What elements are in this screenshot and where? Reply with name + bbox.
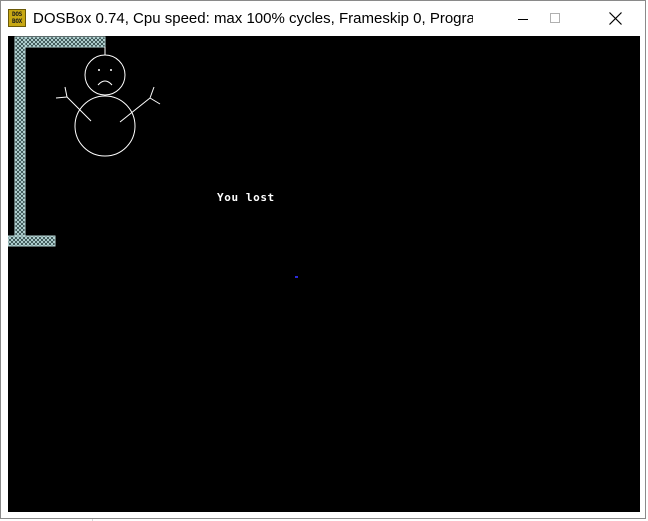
game-status-message: You lost xyxy=(217,191,275,204)
window-title: DOSBox 0.74, Cpu speed: max 100% cycles,… xyxy=(33,10,473,27)
sad-face-icon xyxy=(97,69,113,86)
title-bar[interactable]: DOS BOX DOSBox 0.74, Cpu speed: max 100%… xyxy=(1,1,645,35)
desktop: DOS BOX DOSBox 0.74, Cpu speed: max 100%… xyxy=(0,0,648,521)
figure-body xyxy=(74,95,136,157)
minimize-icon xyxy=(518,19,528,20)
gallows-base xyxy=(8,235,56,247)
gallows-post xyxy=(14,36,26,238)
figure-head xyxy=(84,54,126,96)
dosbox-app-icon[interactable]: DOS BOX xyxy=(8,9,26,27)
dos-game-screen[interactable]: You lost xyxy=(8,36,640,512)
hangman-scene xyxy=(8,36,161,247)
dosbox-window: DOS BOX DOSBox 0.74, Cpu speed: max 100%… xyxy=(0,0,646,519)
figure-left-arm xyxy=(55,86,92,122)
mouse-cursor xyxy=(295,276,298,278)
maximize-icon xyxy=(550,13,560,23)
close-button[interactable] xyxy=(592,1,638,35)
close-icon xyxy=(609,12,622,25)
maximize-button[interactable] xyxy=(533,1,579,35)
hanged-figure xyxy=(55,54,161,157)
gallows-top-beam xyxy=(14,36,106,48)
gallows xyxy=(8,36,106,247)
